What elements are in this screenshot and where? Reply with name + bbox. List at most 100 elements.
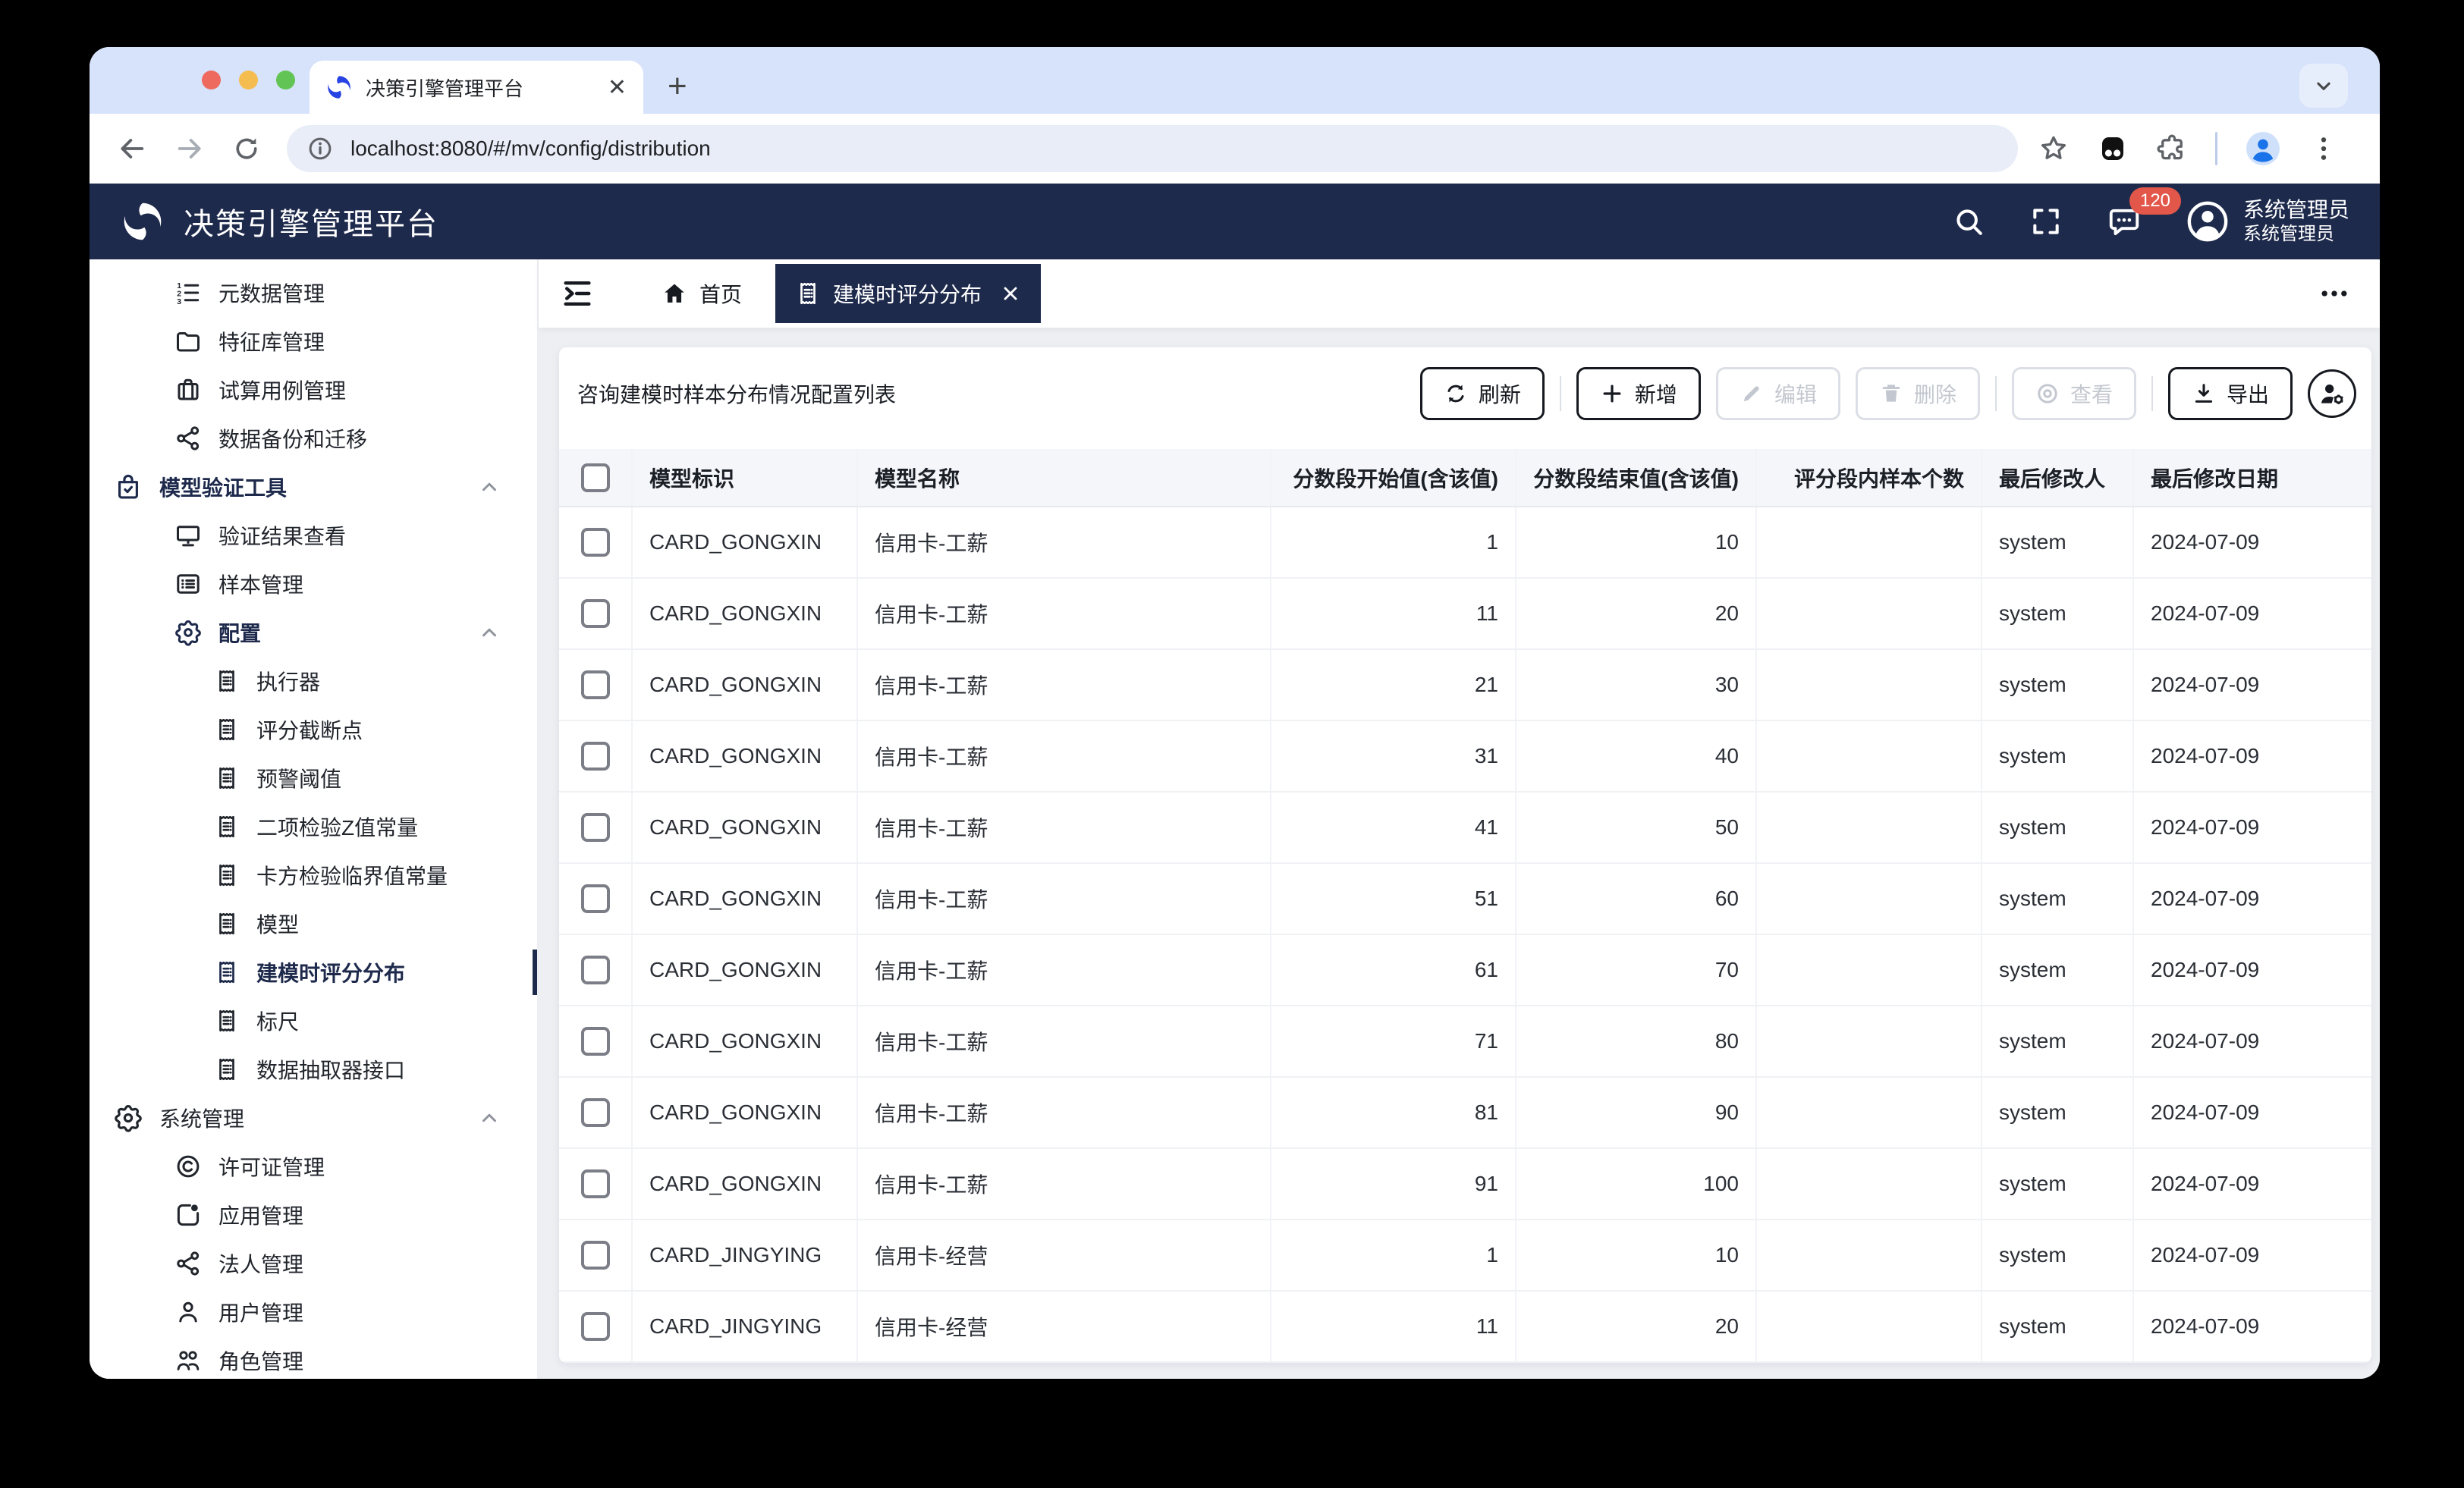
user-settings-button[interactable] bbox=[2308, 369, 2356, 418]
sidebar-item-modeling-score-distribution[interactable]: 建模时评分分布 bbox=[90, 948, 537, 997]
row-checkbox[interactable] bbox=[581, 956, 610, 984]
new-tab-button[interactable]: + bbox=[668, 70, 687, 103]
sidebar-item-data-backup[interactable]: 数据备份和迁移 bbox=[90, 414, 537, 463]
sidebar-group-config[interactable]: 配置 bbox=[90, 608, 537, 657]
forward-icon[interactable] bbox=[174, 133, 205, 164]
table-row: CARD_GONGXIN 信用卡-工薪 21 30 system 2024-07… bbox=[559, 649, 2371, 720]
table-row: CARD_GONGXIN 信用卡-工薪 61 70 system 2024-07… bbox=[559, 934, 2371, 1006]
fullscreen-icon[interactable] bbox=[2029, 205, 2063, 238]
row-checkbox[interactable] bbox=[581, 528, 610, 557]
cell-modified-by: system bbox=[1982, 720, 2133, 792]
sidebar-item-score-cutoff[interactable]: 评分截断点 bbox=[90, 705, 537, 754]
chevron-up-icon[interactable] bbox=[478, 476, 501, 498]
sidebar-item-chisquare-critical[interactable]: 卡方检验临界值常量 bbox=[90, 851, 537, 899]
cell-modified-date: 2024-07-09 bbox=[2133, 720, 2371, 792]
zoom-window-button[interactable] bbox=[276, 71, 295, 89]
sidebar-item-feature-library[interactable]: 特征库管理 bbox=[90, 317, 537, 366]
list-panel-icon bbox=[174, 570, 202, 598]
row-checkbox[interactable] bbox=[581, 670, 610, 699]
sidebar-item-license[interactable]: 许可证管理 bbox=[90, 1142, 537, 1191]
bookmark-star-icon[interactable] bbox=[2038, 133, 2070, 165]
browser-profile-avatar[interactable] bbox=[2245, 130, 2281, 167]
sidebar-item-trial-cases[interactable]: 试算用例管理 bbox=[90, 366, 537, 414]
add-button[interactable]: 新增 bbox=[1576, 367, 1701, 420]
cell-range-start: 31 bbox=[1271, 720, 1516, 792]
cell-model-name: 信用卡-工薪 bbox=[857, 507, 1271, 578]
row-checkbox[interactable] bbox=[581, 813, 610, 842]
sidebar-item-model[interactable]: 模型 bbox=[90, 899, 537, 948]
tab-modeling-score-distribution[interactable]: 建模时评分分布 bbox=[775, 264, 1041, 323]
tab-close-icon[interactable]: ✕ bbox=[608, 74, 627, 101]
extension-app-icon[interactable] bbox=[2097, 133, 2129, 165]
row-checkbox[interactable] bbox=[581, 884, 610, 913]
user-menu[interactable]: 系统管理员 系统管理员 bbox=[2186, 197, 2349, 246]
cell-range-start: 21 bbox=[1271, 649, 1516, 720]
sidebar-item-sample-management[interactable]: 样本管理 bbox=[90, 560, 537, 608]
site-info-icon[interactable] bbox=[306, 135, 334, 162]
row-checkbox[interactable] bbox=[581, 1169, 610, 1198]
briefcase-icon bbox=[174, 376, 202, 403]
download-icon bbox=[2192, 381, 2216, 406]
row-checkbox[interactable] bbox=[581, 1241, 610, 1270]
sidebar-group-model-validation[interactable]: 模型验证工具 bbox=[90, 463, 537, 511]
sidebar-item-ruler[interactable]: 标尺 bbox=[90, 997, 537, 1045]
table-card: 咨询建模时样本分布情况配置列表 刷新 新增 编辑 bbox=[559, 347, 2371, 1363]
sidebar-item-roles[interactable]: 角色管理 bbox=[90, 1336, 537, 1379]
row-checkbox[interactable] bbox=[581, 742, 610, 771]
cell-modified-date: 2024-07-09 bbox=[2133, 649, 2371, 720]
address-bar[interactable]: localhost:8080/#/mv/config/distribution bbox=[287, 125, 2018, 172]
close-window-button[interactable] bbox=[202, 71, 221, 89]
tab-home[interactable]: 首页 bbox=[642, 264, 762, 323]
sidebar-item-users[interactable]: 用户管理 bbox=[90, 1288, 537, 1336]
messages-button[interactable]: 120 bbox=[2107, 204, 2142, 239]
cell-model-id: CARD_GONGXIN bbox=[632, 507, 857, 578]
sidebar-item-binomial-z[interactable]: 二项检验Z值常量 bbox=[90, 802, 537, 851]
chevron-up-icon[interactable] bbox=[478, 1107, 501, 1129]
sidebar-item-metadata[interactable]: 元数据管理 bbox=[90, 268, 537, 317]
cell-model-name: 信用卡-工薪 bbox=[857, 578, 1271, 649]
search-icon[interactable] bbox=[1952, 205, 1985, 238]
column-header-modified-date: 最后修改日期 bbox=[2133, 449, 2371, 507]
refresh-icon bbox=[1444, 381, 1468, 406]
export-button[interactable]: 导出 bbox=[2168, 367, 2293, 420]
close-tab-icon[interactable] bbox=[1000, 283, 1021, 304]
sidebar-item-applications[interactable]: 应用管理 bbox=[90, 1191, 537, 1239]
button-divider bbox=[1560, 376, 1561, 411]
tab-search-button[interactable] bbox=[2299, 64, 2348, 108]
row-checkbox[interactable] bbox=[581, 1027, 610, 1056]
cell-modified-by: system bbox=[1982, 1006, 2133, 1077]
row-checkbox[interactable] bbox=[581, 599, 610, 628]
row-checkbox[interactable] bbox=[581, 1312, 610, 1341]
minimize-window-button[interactable] bbox=[239, 71, 258, 89]
cell-model-name: 信用卡-工薪 bbox=[857, 1077, 1271, 1148]
sidebar-item-validation-results[interactable]: 验证结果查看 bbox=[90, 511, 537, 560]
extensions-puzzle-icon[interactable] bbox=[2156, 133, 2188, 165]
cell-range-end: 30 bbox=[1516, 649, 1756, 720]
cell-modified-date: 2024-07-09 bbox=[2133, 1148, 2371, 1220]
collapse-sidebar-icon[interactable] bbox=[560, 276, 595, 311]
sidebar-item-data-extractor-api[interactable]: 数据抽取器接口 bbox=[90, 1045, 537, 1094]
sidebar-item-legal-entity[interactable]: 法人管理 bbox=[90, 1239, 537, 1288]
view-button[interactable]: 查看 bbox=[2012, 367, 2136, 420]
ordered-list-icon bbox=[174, 279, 202, 306]
cell-modified-date: 2024-07-09 bbox=[2133, 934, 2371, 1006]
browser-menu-kebab-icon[interactable] bbox=[2308, 133, 2339, 164]
receipt-icon bbox=[214, 717, 240, 742]
more-options-icon[interactable] bbox=[2318, 277, 2351, 310]
reload-icon[interactable] bbox=[232, 134, 261, 163]
cell-modified-date: 2024-07-09 bbox=[2133, 1220, 2371, 1291]
sidebar-group-system-management[interactable]: 系统管理 bbox=[90, 1094, 537, 1142]
refresh-button[interactable]: 刷新 bbox=[1420, 367, 1545, 420]
row-checkbox[interactable] bbox=[581, 1098, 610, 1127]
edit-button[interactable]: 编辑 bbox=[1716, 367, 1840, 420]
gear-icon bbox=[114, 1103, 143, 1132]
browser-tab[interactable]: 决策引擎管理平台 ✕ bbox=[310, 61, 643, 114]
back-icon[interactable] bbox=[117, 133, 147, 164]
sidebar-item-executor[interactable]: 执行器 bbox=[90, 657, 537, 705]
toolbar-right-icons bbox=[2038, 130, 2339, 167]
select-all-checkbox[interactable] bbox=[581, 463, 610, 492]
chevron-up-icon[interactable] bbox=[478, 621, 501, 644]
cell-modified-date: 2024-07-09 bbox=[2133, 1006, 2371, 1077]
sidebar-item-warning-threshold[interactable]: 预警阈值 bbox=[90, 754, 537, 802]
delete-button[interactable]: 删除 bbox=[1856, 367, 1980, 420]
